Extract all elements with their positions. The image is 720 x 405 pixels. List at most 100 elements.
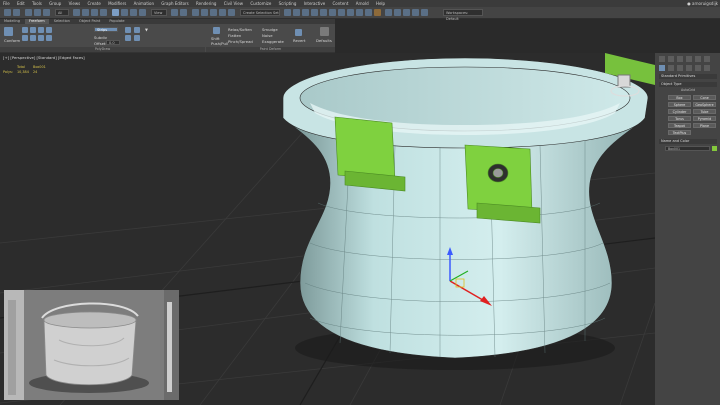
polydraw-misc-icon-2[interactable] xyxy=(125,35,131,41)
shift-icon[interactable] xyxy=(213,27,220,34)
undo-icon[interactable] xyxy=(4,9,11,16)
menu-tools[interactable]: Tools xyxy=(29,0,45,7)
scale-icon[interactable] xyxy=(130,9,137,16)
polydraw-misc-icon-3[interactable] xyxy=(134,27,140,33)
utilities-tab-icon[interactable] xyxy=(704,56,710,62)
menu-views[interactable]: Views xyxy=(66,0,84,7)
geosphere-button[interactable]: GeoSphere xyxy=(693,102,716,107)
autogrid-checkbox[interactable]: AutoGrid xyxy=(681,88,695,92)
pot-model[interactable] xyxy=(282,53,655,359)
tube-button[interactable]: Tube xyxy=(693,109,716,114)
motion-tab-icon[interactable] xyxy=(686,56,692,62)
teapot-button[interactable]: Teapot xyxy=(668,123,691,128)
select-object-icon[interactable] xyxy=(73,9,80,16)
menu-rendering[interactable]: Rendering xyxy=(193,0,219,7)
spinner-snap-icon[interactable] xyxy=(228,9,235,16)
polydraw-misc-icon-4[interactable] xyxy=(134,35,140,41)
object-name-input[interactable]: Box001 xyxy=(665,146,710,151)
geometry-icon[interactable] xyxy=(659,65,665,71)
exaggerate-button[interactable]: Exaggerate xyxy=(262,39,284,44)
menu-modifiers[interactable]: Modifiers xyxy=(105,0,129,7)
redo-icon[interactable] xyxy=(13,9,20,16)
sphere-button[interactable]: Sphere xyxy=(668,102,691,107)
name-and-color-header[interactable]: Name and Color xyxy=(659,139,717,144)
cameras-icon[interactable] xyxy=(686,65,692,71)
unlink-icon[interactable] xyxy=(34,9,41,16)
plane-button[interactable]: Plane xyxy=(693,123,716,128)
user-account[interactable]: ● arnoruigsdijk xyxy=(687,0,718,7)
hierarchy-tab-icon[interactable] xyxy=(677,56,683,62)
create-tab-icon[interactable] xyxy=(659,56,665,62)
viewport-label[interactable]: [+] [Perspective] [Standard] [Edged Face… xyxy=(3,55,85,60)
smudge-button[interactable]: Smudge xyxy=(262,27,278,32)
select-manipulate-icon[interactable] xyxy=(180,9,187,16)
reference-coordinate-dropdown[interactable]: View xyxy=(151,9,167,16)
polydraw-shapes-icon[interactable] xyxy=(30,27,36,33)
menu-graph-editors[interactable]: Graph Editors xyxy=(158,0,191,7)
push-pull-label[interactable]: Push/Pull xyxy=(211,41,228,46)
menu-civil-view[interactable]: Civil View xyxy=(221,0,246,7)
polydraw-branches-icon[interactable] xyxy=(30,35,36,41)
polydraw-optimize-icon[interactable] xyxy=(38,35,44,41)
polydraw-topology-icon[interactable] xyxy=(38,27,44,33)
menu-content[interactable]: Content xyxy=(330,0,352,7)
revert-icon[interactable] xyxy=(295,29,302,36)
toolbar-extra-icon-1[interactable] xyxy=(385,9,392,16)
flatten-button[interactable]: Flatten xyxy=(228,33,241,38)
angle-snap-icon[interactable] xyxy=(210,9,217,16)
rendered-frame-window-icon[interactable] xyxy=(365,9,372,16)
snaps-toggle-icon[interactable] xyxy=(201,9,208,16)
polydraw-step-icon[interactable] xyxy=(22,27,28,33)
object-type-header[interactable]: Object Type xyxy=(659,82,717,87)
rectangle-selection-icon[interactable] xyxy=(91,9,98,16)
menu-arnold[interactable]: Arnold xyxy=(353,0,372,7)
defaults-label[interactable]: Defaults xyxy=(316,38,332,43)
toolbar-extra-icon-4[interactable] xyxy=(412,9,419,16)
mirror-icon[interactable] xyxy=(284,9,291,16)
link-icon[interactable] xyxy=(25,9,32,16)
shapes-icon[interactable] xyxy=(668,65,674,71)
lights-icon[interactable] xyxy=(677,65,683,71)
polydraw-splines-icon[interactable] xyxy=(46,27,52,33)
cylinder-button[interactable]: Cylinder xyxy=(668,109,691,114)
toolbar-extra-icon-3[interactable] xyxy=(403,9,410,16)
bind-space-warp-icon[interactable] xyxy=(43,9,50,16)
revert-label[interactable]: Revert xyxy=(293,38,305,43)
render-production-icon[interactable] xyxy=(374,9,381,16)
menu-edit[interactable]: Edit xyxy=(14,0,28,7)
polydraw-drag-icon[interactable] xyxy=(4,27,13,36)
space-warps-icon[interactable] xyxy=(704,65,710,71)
toggle-ribbon-icon[interactable] xyxy=(320,9,327,16)
offset-input[interactable]: 0.0 xyxy=(106,40,120,45)
object-color-swatch[interactable] xyxy=(712,146,717,151)
toggle-layer-explorer-icon[interactable] xyxy=(311,9,318,16)
noise-button[interactable]: Noise xyxy=(262,33,273,38)
textplus-button[interactable]: TextPlus xyxy=(668,130,691,135)
schematic-view-icon[interactable] xyxy=(338,9,345,16)
conform-label[interactable]: Conform xyxy=(4,38,20,43)
draw-on-dropdown[interactable]: Strips xyxy=(94,27,118,32)
toggle-scene-explorer-icon[interactable] xyxy=(302,9,309,16)
menu-help[interactable]: Help xyxy=(373,0,388,7)
polydraw-options[interactable]: ▼ xyxy=(145,27,148,32)
material-editor-icon[interactable] xyxy=(347,9,354,16)
polydraw-misc-icon-1[interactable] xyxy=(125,27,131,33)
select-by-name-icon[interactable] xyxy=(82,9,89,16)
menu-file[interactable]: File xyxy=(0,0,13,7)
pinch-spread-button[interactable]: Pinch/Spread xyxy=(228,39,253,44)
box-button[interactable]: Box xyxy=(668,95,691,100)
menu-customize[interactable]: Customize xyxy=(247,0,274,7)
named-selection-set-field[interactable]: Create Selection Set xyxy=(240,9,280,16)
display-tab-icon[interactable] xyxy=(695,56,701,62)
pyramid-button[interactable]: Pyramid xyxy=(693,116,716,121)
window-crossing-icon[interactable] xyxy=(100,9,107,16)
selection-filter-dropdown[interactable]: All xyxy=(55,9,69,16)
keyboard-shortcut-override-icon[interactable] xyxy=(192,9,199,16)
percent-snap-icon[interactable] xyxy=(219,9,226,16)
cone-button[interactable]: Cone xyxy=(693,95,716,100)
torus-button[interactable]: Torus xyxy=(668,116,691,121)
relax-soften-button[interactable]: Relax/Soften xyxy=(228,27,252,32)
align-icon[interactable] xyxy=(293,9,300,16)
menu-group[interactable]: Group xyxy=(46,0,64,7)
helpers-icon[interactable] xyxy=(695,65,701,71)
